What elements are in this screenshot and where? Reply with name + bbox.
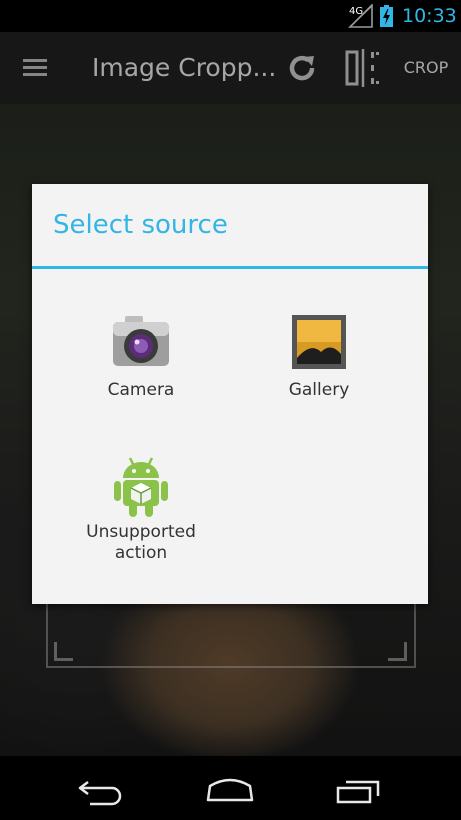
signal-icon: 4G xyxy=(348,4,373,28)
source-option-unsupported-action[interactable]: Unsupported action xyxy=(56,456,226,564)
status-bar: 4G 10:33 xyxy=(0,0,461,32)
dialog-title: Select source xyxy=(53,210,228,240)
home-icon[interactable] xyxy=(204,774,256,804)
dialog-divider xyxy=(32,266,428,269)
battery-charging-icon xyxy=(380,5,393,27)
source-option-label: Unsupported xyxy=(86,522,196,542)
recent-apps-icon[interactable] xyxy=(334,776,386,806)
camera-icon xyxy=(113,316,169,366)
source-option-label: Gallery xyxy=(288,380,350,400)
select-source-dialog: Select source Camera Gallery Unsupported… xyxy=(32,184,428,604)
back-icon[interactable] xyxy=(76,776,128,806)
network-type-label: 4G xyxy=(349,6,363,17)
gallery-icon xyxy=(292,315,346,369)
source-option-gallery[interactable]: Gallery xyxy=(234,314,404,401)
navigation-bar xyxy=(0,756,461,820)
source-option-label-line2: action xyxy=(114,543,168,563)
source-option-camera[interactable]: Camera xyxy=(56,314,226,401)
android-icon xyxy=(114,457,168,517)
source-option-label: Camera xyxy=(107,380,175,400)
status-time: 10:33 xyxy=(402,5,457,27)
